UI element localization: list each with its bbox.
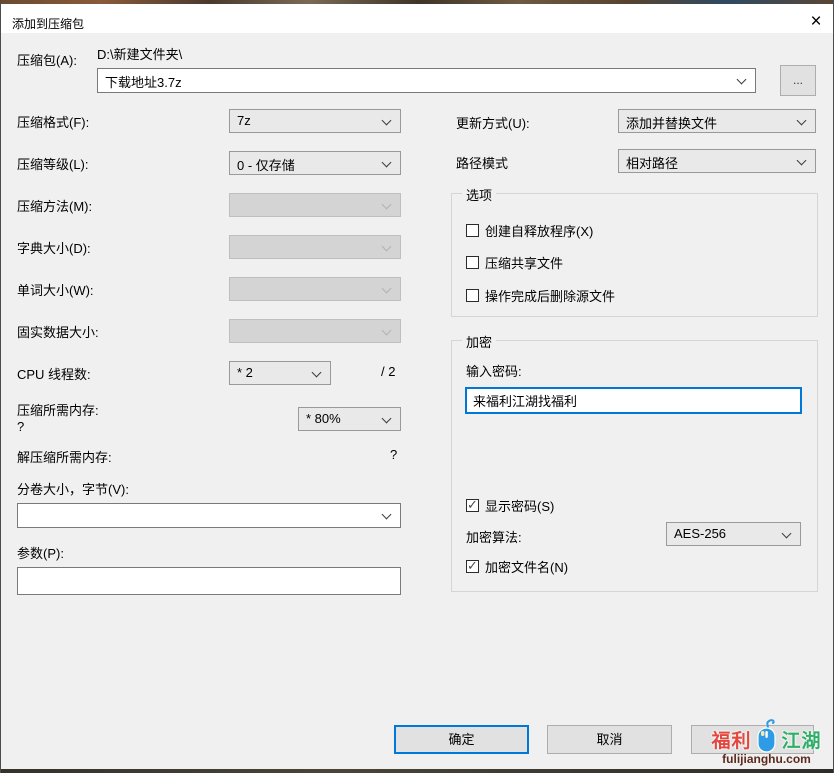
cpu-threads-label: CPU 线程数: (17, 367, 91, 382)
encrypt-filenames-checkbox-label: 加密文件名(N) (485, 560, 569, 575)
password-label: 输入密码: (466, 364, 522, 379)
path-mode-label: 路径模式 (456, 156, 509, 171)
chevron-down-icon (381, 199, 392, 210)
solid-block-combobox (229, 319, 401, 343)
close-icon[interactable]: × (797, 8, 833, 37)
dictionary-label: 字典大小(D): (17, 241, 91, 256)
chevron-down-icon (796, 115, 807, 126)
encryption-method-label: 加密算法: (466, 530, 522, 545)
update-mode-combobox[interactable]: 添加并替换文件 (618, 109, 816, 133)
format-value: 7z (237, 113, 251, 128)
format-label: 压缩格式(F): (17, 115, 90, 130)
chevron-down-icon (311, 367, 322, 378)
path-mode-combobox[interactable]: 相对路径 (618, 149, 816, 173)
ok-button[interactable]: 确定 (394, 725, 529, 754)
chevron-down-icon (796, 155, 807, 166)
checkbox-icon (466, 256, 479, 269)
cpu-threads-combobox[interactable]: * 2 (229, 361, 331, 385)
chevron-down-icon (381, 283, 392, 294)
chevron-down-icon (381, 413, 392, 424)
delete-after-checkbox-label: 操作完成后删除源文件 (485, 289, 616, 304)
path-mode-value: 相对路径 (626, 156, 679, 171)
volume-size-label: 分卷大小，字节(V): (17, 482, 129, 497)
shared-files-checkbox-label: 压缩共享文件 (485, 256, 564, 271)
checkbox-checked-icon (466, 558, 479, 574)
parameters-input[interactable] (17, 567, 401, 595)
shared-files-checkbox[interactable]: 压缩共享文件 (466, 253, 563, 272)
level-combobox[interactable]: 0 - 仅存储 (229, 151, 401, 175)
format-combobox[interactable]: 7z (229, 109, 401, 133)
chevron-down-icon (781, 528, 792, 539)
checkbox-icon (466, 224, 479, 237)
archive-label: 压缩包(A): (17, 53, 77, 68)
memory-compress-amount: ? (17, 419, 25, 434)
add-to-archive-dialog: 添加到压缩包 × 压缩包(A): D:\新建文件夹\ 下载地址3.7z ... … (0, 0, 834, 773)
watermark-url: fulijianghu.com (722, 752, 811, 766)
dialog-title: 添加到压缩包 (12, 17, 85, 31)
memory-compress-label: 压缩所需内存: (17, 403, 99, 418)
help-button-covered[interactable] (691, 725, 814, 754)
memory-decompress-amount: ? (390, 447, 398, 462)
memory-decompress-label: 解压缩所需内存: (17, 450, 112, 465)
delete-after-checkbox[interactable]: 操作完成后删除源文件 (466, 286, 615, 305)
title-bar: 添加到压缩包 × (1, 4, 833, 33)
method-label: 压缩方法(M): (17, 199, 93, 214)
update-mode-label: 更新方式(U): (456, 116, 530, 131)
chevron-down-icon (736, 74, 747, 85)
checkbox-icon (466, 289, 479, 302)
dictionary-combobox (229, 235, 401, 259)
chevron-down-icon (381, 241, 392, 252)
password-input[interactable] (465, 387, 802, 414)
volume-size-combobox[interactable] (17, 503, 401, 528)
archive-name-combobox[interactable]: 下载地址3.7z (97, 68, 756, 93)
desktop-bottom-sliver (1, 769, 833, 773)
solid-block-label: 固实数据大小: (17, 325, 99, 340)
memory-percent-value: * 80% (306, 411, 341, 426)
word-size-label: 单词大小(W): (17, 283, 94, 298)
archive-name-value: 下载地址3.7z (105, 75, 182, 90)
sfx-checkbox-label: 创建自释放程序(X) (485, 224, 594, 239)
archive-dir-path: D:\新建文件夹\ (97, 47, 183, 62)
memory-percent-combobox[interactable]: * 80% (298, 407, 401, 431)
show-password-checkbox[interactable]: 显示密码(S) (466, 496, 554, 515)
word-size-combobox (229, 277, 401, 301)
level-value: 0 - 仅存储 (237, 158, 295, 173)
update-mode-value: 添加并替换文件 (626, 116, 718, 131)
browse-button[interactable]: ... (780, 65, 816, 96)
parameters-label: 参数(P): (17, 546, 64, 561)
chevron-down-icon (381, 115, 392, 126)
encryption-group-title: 加密 (462, 332, 497, 351)
sfx-checkbox[interactable]: 创建自释放程序(X) (466, 221, 593, 240)
encrypt-filenames-checkbox[interactable]: 加密文件名(N) (466, 557, 568, 576)
cpu-threads-total: / 2 (381, 364, 396, 379)
chevron-down-icon (381, 509, 392, 520)
method-combobox (229, 193, 401, 217)
show-password-checkbox-label: 显示密码(S) (485, 499, 555, 514)
level-label: 压缩等级(L): (17, 157, 89, 172)
cancel-button[interactable]: 取消 (547, 725, 672, 754)
chevron-down-icon (381, 325, 392, 336)
chevron-down-icon (381, 157, 392, 168)
encryption-method-value: AES-256 (674, 526, 727, 541)
encryption-method-combobox[interactable]: AES-256 (666, 522, 801, 546)
checkbox-checked-icon (466, 497, 479, 513)
options-group-title: 选项 (462, 185, 497, 204)
cpu-threads-value: * 2 (237, 365, 253, 380)
